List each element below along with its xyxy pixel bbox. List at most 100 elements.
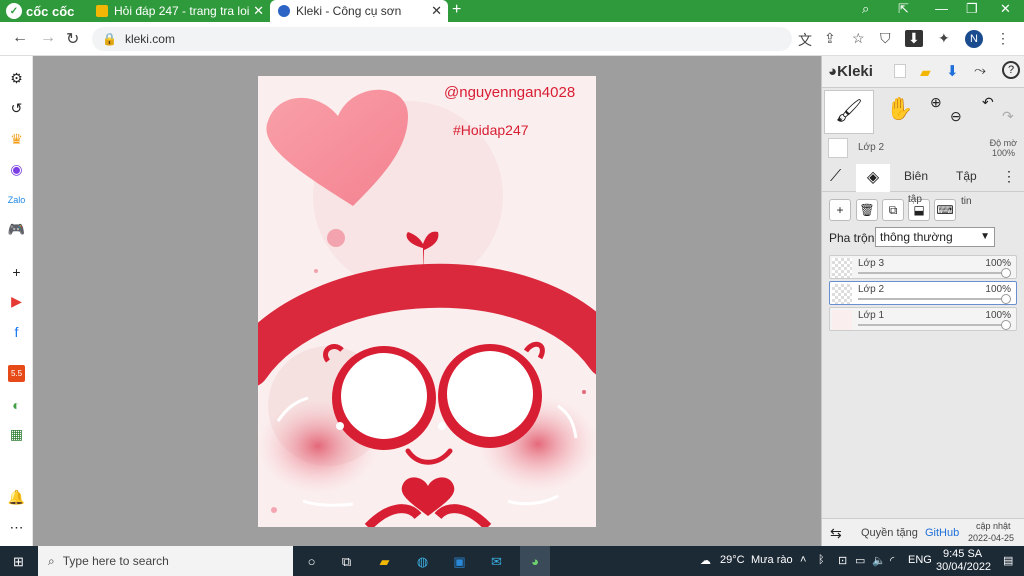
brush-tool-icon[interactable]: 🖌 <box>824 90 874 134</box>
edge-icon[interactable]: ◍ <box>414 553 431 570</box>
swap-layout-icon[interactable]: ⇆ <box>830 525 842 542</box>
messenger-icon[interactable]: ◉ <box>8 161 25 178</box>
translate-icon[interactable]: 文 <box>798 30 812 50</box>
undo-icon[interactable]: ↶ <box>982 94 994 111</box>
sheet-icon[interactable]: ▦ <box>8 426 25 443</box>
network-icon[interactable]: ▭ <box>855 554 865 567</box>
facebook-icon[interactable]: f <box>8 323 25 340</box>
youtube-icon[interactable]: ▶ <box>8 293 25 310</box>
tab-file[interactable]: Tập <box>956 169 977 183</box>
cortana-icon[interactable]: ○ <box>303 553 320 570</box>
delete-layer-button[interactable]: 🗑 <box>856 199 878 221</box>
browser-brand[interactable]: ✓ cốc cốc <box>0 0 88 22</box>
tray-overflow-icon[interactable]: ˄ <box>800 554 806 566</box>
opacity-slider-knob[interactable] <box>1001 268 1011 278</box>
bluetooth-icon[interactable]: ᛒ <box>818 554 825 566</box>
opacity-slider-knob[interactable] <box>1001 294 1011 304</box>
layer-row-3[interactable]: Lớp 3 100% <box>829 255 1017 279</box>
kleki-panel: ◕Kleki ▰ ⬇ ⤳ ? 🖌 ✋ ⊕ ⊖ ↶ ↷ Lớp 2 Độ mờ 1… <box>821 56 1024 546</box>
opacity-slider-knob[interactable] <box>1001 320 1011 330</box>
weather-temp[interactable]: 29°C <box>720 554 745 566</box>
share-icon[interactable]: ⤳ <box>974 62 986 79</box>
zalo-icon[interactable]: Zalo <box>8 191 26 208</box>
rename-layer-button[interactable]: ⌨ <box>934 199 956 221</box>
reload-button[interactable]: ↻ <box>66 29 79 49</box>
opacity-slider[interactable] <box>858 272 1008 274</box>
close-tab-icon[interactable]: ✕ <box>253 3 264 19</box>
hand-tool-icon[interactable]: ✋ <box>886 96 913 122</box>
brush-settings-icon[interactable]: ⟋ <box>830 168 841 186</box>
shield-icon[interactable]: ⛉ <box>880 30 891 47</box>
taskbar-search[interactable]: ⌕ Type here to search <box>38 546 293 576</box>
opacity-value: 100% <box>991 148 1015 158</box>
redo-icon[interactable]: ↷ <box>1002 108 1014 125</box>
tab-search-icon[interactable]: ⌕ <box>862 1 869 17</box>
new-tab-button[interactable]: + <box>452 1 461 19</box>
privacy-link[interactable]: Quyền tặng <box>861 527 918 539</box>
more-options-icon[interactable]: ⋮ <box>1002 168 1016 185</box>
opacity-slider[interactable] <box>858 298 1008 300</box>
github-link[interactable]: GitHub <box>925 527 959 539</box>
bookmark-star-icon[interactable]: ☆ <box>852 30 865 47</box>
game-controller-icon[interactable]: 🎮 <box>8 221 25 238</box>
save-download-icon[interactable]: ⬇ <box>946 62 959 80</box>
tool-tabs: 🖌 ✋ ⊕ ⊖ ↶ ↷ <box>822 90 1024 134</box>
browser-sidebar: ⚙ ↺ ♛ ◉ Zalo 🎮 + ▶ f 5.5 ◐ ▦ 🔔 ⋯ <box>0 56 33 546</box>
store-icon[interactable]: ▣ <box>451 553 468 570</box>
new-image-icon[interactable] <box>894 64 906 78</box>
restore-icon[interactable]: ⇱ <box>898 1 909 17</box>
share-icon[interactable]: ⇪ <box>824 30 836 47</box>
history-icon[interactable]: ↺ <box>8 100 25 117</box>
wifi-icon[interactable]: ◜ <box>890 554 894 567</box>
add-layer-button[interactable]: + <box>829 199 851 221</box>
tab-edit[interactable]: Biên <box>904 169 928 183</box>
opacity-slider[interactable] <box>858 324 1008 326</box>
volume-icon[interactable]: 🔈 <box>872 554 886 567</box>
crown-icon[interactable]: ♛ <box>8 131 25 148</box>
clock-date[interactable]: 30/04/2022 <box>936 561 991 573</box>
lock-icon: 🔒 <box>102 32 117 46</box>
shopee-icon[interactable]: 5.5 <box>8 365 25 382</box>
duplicate-layer-button[interactable]: ⧉ <box>882 199 904 221</box>
more-icon[interactable]: ⋯ <box>8 519 25 536</box>
extensions-icon[interactable]: ✦ <box>938 30 950 47</box>
clock-time[interactable]: 9:45 SA <box>943 548 982 560</box>
zoom-in-icon[interactable]: ⊕ <box>930 94 942 111</box>
zoom-out-icon[interactable]: ⊖ <box>950 108 962 125</box>
close-tab-icon[interactable]: ✕ <box>431 3 442 19</box>
add-icon[interactable]: + <box>8 263 25 280</box>
notifications-icon[interactable]: ▤ <box>1003 554 1013 567</box>
back-button[interactable]: ← <box>12 29 28 47</box>
layer-row-1[interactable]: Lớp 1 100% <box>829 307 1017 331</box>
settings-gear-icon[interactable]: ⚙ <box>8 70 25 87</box>
coccoc-taskbar-icon[interactable]: ◕ <box>520 546 550 576</box>
shopping-icon[interactable]: ◐ <box>8 396 25 413</box>
layer-row-2[interactable]: Lớp 2 100% <box>829 281 1017 305</box>
layers-icon[interactable]: ◈ <box>856 164 890 192</box>
mail-icon[interactable]: ✉ <box>488 553 505 570</box>
blend-mode-select[interactable]: thông thường ▼ <box>875 227 995 247</box>
menu-icon[interactable]: ⋮ <box>996 30 1010 47</box>
forward-button[interactable]: → <box>40 29 56 47</box>
url-field[interactable]: 🔒 kleki.com <box>92 27 792 51</box>
tab-kleki[interactable]: Kleki - Công cụ sơn ✕ <box>270 0 448 22</box>
close-window-button[interactable]: ✕ <box>1000 1 1011 17</box>
drawing-canvas[interactable]: @nguyenngan4028 #Hoidap247 <box>258 76 596 527</box>
help-icon[interactable]: ? <box>1002 61 1020 79</box>
task-view-icon[interactable]: ⧉ <box>338 553 355 570</box>
download-icon[interactable]: ⬇ <box>905 30 923 47</box>
language-indicator[interactable]: ENG <box>908 554 932 566</box>
weather-desc[interactable]: Mưa rào <box>751 554 793 566</box>
tab-hoidap247[interactable]: Hỏi đáp 247 - trang tra loi ✕ <box>88 0 270 22</box>
open-folder-icon[interactable]: ▰ <box>920 64 931 81</box>
file-explorer-icon[interactable]: ▰ <box>376 553 393 570</box>
maximize-button[interactable]: ❐ <box>966 1 978 17</box>
tray-app-icon[interactable]: ⊡ <box>838 554 847 567</box>
artwork-svg <box>258 89 596 527</box>
notification-bell-icon[interactable]: 🔔 <box>8 489 25 506</box>
layer-name: Lớp 1 <box>858 310 885 321</box>
profile-avatar[interactable]: N <box>965 30 983 48</box>
kleki-logo[interactable]: ◕Kleki <box>828 63 873 80</box>
windows-start-icon[interactable]: ⊞ <box>10 553 27 570</box>
minimize-button[interactable]: — <box>935 1 948 16</box>
